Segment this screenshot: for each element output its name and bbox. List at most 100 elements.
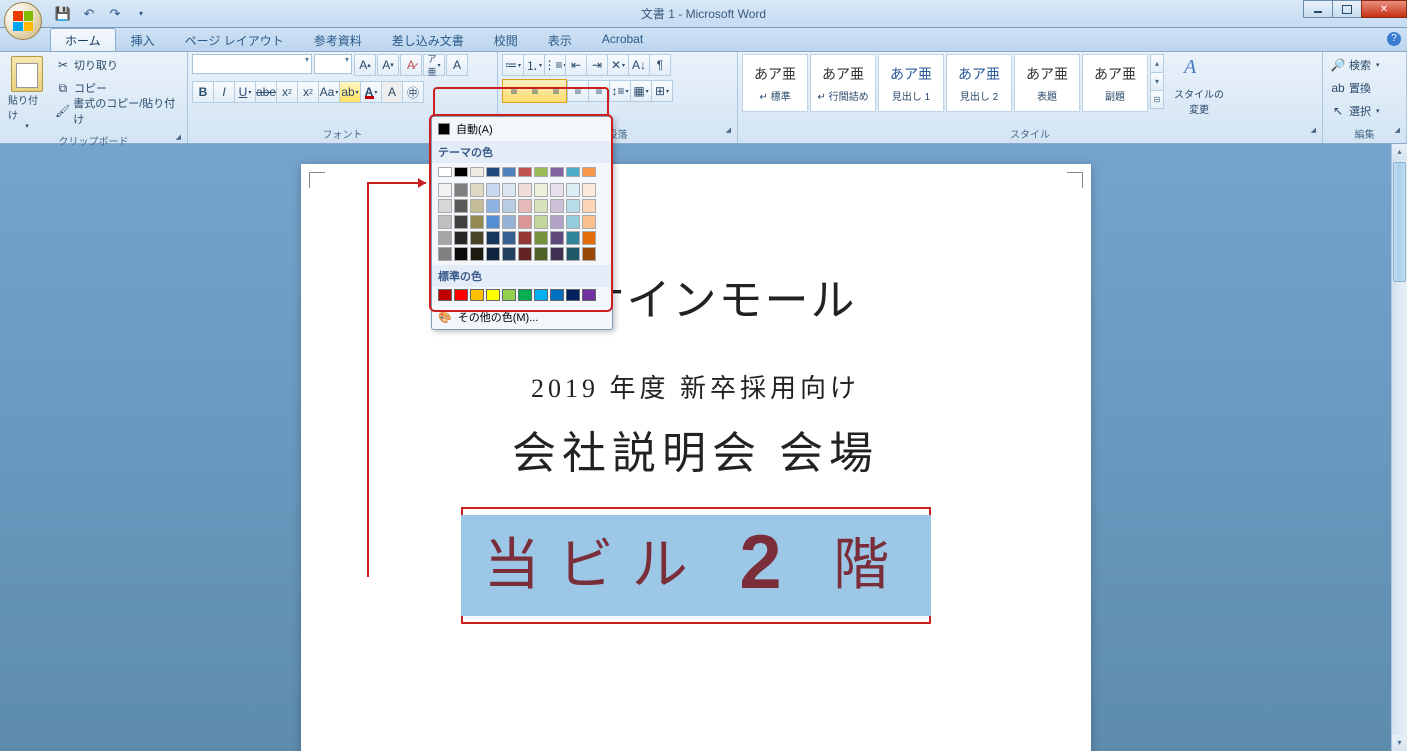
color-auto-item[interactable]: 自動(A) [432,117,612,141]
tab-insert[interactable]: 挿入 [116,28,170,51]
theme-swatch[interactable] [534,231,548,245]
theme-swatch[interactable] [518,167,532,177]
maximize-button[interactable] [1332,0,1362,18]
undo-icon[interactable]: ↶ [78,4,100,24]
theme-swatch[interactable] [502,231,516,245]
theme-swatch[interactable] [582,167,596,177]
theme-swatch[interactable] [518,231,532,245]
tab-layout[interactable]: ページ レイアウト [170,28,299,51]
sort-button[interactable]: A↓ [628,54,650,76]
theme-swatch[interactable] [470,167,484,177]
minimize-button[interactable] [1303,0,1333,18]
theme-swatch[interactable] [470,231,484,245]
theme-swatch[interactable] [502,183,516,197]
theme-swatch[interactable] [518,215,532,229]
theme-swatch[interactable] [454,199,468,213]
theme-swatch[interactable] [518,247,532,261]
subscript-button[interactable]: x2 [276,81,298,103]
theme-swatch[interactable] [502,215,516,229]
theme-swatch[interactable] [470,199,484,213]
show-marks-button[interactable]: ¶ [649,54,671,76]
enclose-char-button[interactable]: ㊥ [402,81,424,103]
font-size-combo[interactable] [314,54,352,74]
change-styles-button[interactable]: A スタイルの 変更 [1170,54,1228,118]
theme-swatch[interactable] [550,183,564,197]
standard-swatch[interactable] [486,289,500,301]
tab-review[interactable]: 校閲 [479,28,533,51]
numbering-button[interactable]: ⒈ [523,54,545,76]
gallery-up-button[interactable]: ▴ [1150,54,1164,73]
shrink-font-button[interactable]: A▾ [377,54,399,76]
theme-swatch[interactable] [566,231,580,245]
standard-swatch[interactable] [534,289,548,301]
line-spacing-button[interactable]: ↕≡ [609,80,631,102]
theme-swatch[interactable] [438,231,452,245]
format-painter-button[interactable]: 🖌書式のコピー/貼り付け [52,100,183,122]
grow-font-button[interactable]: A▴ [354,54,376,76]
scroll-up-button[interactable]: ▴ [1392,144,1407,160]
theme-swatch[interactable] [486,215,500,229]
theme-swatch[interactable] [486,231,500,245]
theme-swatch[interactable] [438,167,452,177]
theme-swatch[interactable] [534,183,548,197]
tab-acrobat[interactable]: Acrobat [587,28,658,51]
theme-swatch[interactable] [582,215,596,229]
theme-swatch[interactable] [454,215,468,229]
theme-swatch[interactable] [454,167,468,177]
theme-swatch[interactable] [486,183,500,197]
theme-swatch[interactable] [454,183,468,197]
theme-swatch[interactable] [534,167,548,177]
theme-swatch[interactable] [518,199,532,213]
theme-swatch[interactable] [486,167,500,177]
font-family-combo[interactable] [192,54,312,74]
theme-swatch[interactable] [438,183,452,197]
font-color-button[interactable]: A [360,81,382,103]
highlight-button[interactable]: ab [339,81,361,103]
theme-swatch[interactable] [470,183,484,197]
bullets-button[interactable]: ≔ [502,54,524,76]
style-normal[interactable]: あア亜↵ 標準 [742,54,808,112]
standard-swatch[interactable] [566,289,580,301]
shading-button[interactable]: ▦ [630,80,652,102]
standard-swatch[interactable] [550,289,564,301]
cut-button[interactable]: ✂切り取り [52,54,183,76]
theme-swatch[interactable] [438,215,452,229]
theme-swatch[interactable] [454,247,468,261]
borders-button[interactable]: ⊞ [651,80,673,102]
paste-button[interactable]: 貼り付け ▾ [4,54,50,132]
style-nospacing[interactable]: あア亜↵ 行間詰め [810,54,876,112]
theme-swatch[interactable] [534,215,548,229]
help-icon[interactable]: ? [1387,32,1401,46]
theme-swatch[interactable] [518,183,532,197]
gallery-down-button[interactable]: ▾ [1150,72,1164,91]
phonetic-guide-button[interactable]: ア亜 [423,54,445,76]
tab-mailings[interactable]: 差し込み文書 [377,28,479,51]
theme-swatch[interactable] [438,247,452,261]
tab-references[interactable]: 参考資料 [299,28,377,51]
theme-swatch[interactable] [454,231,468,245]
theme-swatch[interactable] [534,199,548,213]
theme-swatch[interactable] [566,215,580,229]
theme-swatch[interactable] [502,167,516,177]
style-heading2[interactable]: あア亜見出し 2 [946,54,1012,112]
multilevel-button[interactable]: ⋮≡ [544,54,566,76]
standard-swatch[interactable] [438,289,452,301]
standard-swatch[interactable] [582,289,596,301]
clear-format-button[interactable]: A̷ [400,54,422,76]
standard-swatch[interactable] [454,289,468,301]
theme-swatch[interactable] [550,231,564,245]
theme-swatch[interactable] [550,167,564,177]
standard-swatch[interactable] [470,289,484,301]
char-shading-button[interactable]: A [381,81,403,103]
theme-swatch[interactable] [566,167,580,177]
style-gallery[interactable]: あア亜↵ 標準 あア亜↵ 行間詰め あア亜見出し 1 あア亜見出し 2 あア亜表… [742,54,1164,112]
save-icon[interactable]: 💾 [52,4,74,24]
theme-swatch[interactable] [550,199,564,213]
theme-swatch[interactable] [582,247,596,261]
vertical-scrollbar[interactable]: ▴ ▾ [1391,144,1407,751]
change-case-button[interactable]: Aa [318,81,340,103]
more-colors-item[interactable]: 🎨 その他の色(M)... [432,305,612,329]
select-button[interactable]: ↖選択▾ [1327,100,1383,122]
find-button[interactable]: 🔎検索▾ [1327,54,1383,76]
qat-more-icon[interactable]: ▾ [130,4,152,24]
